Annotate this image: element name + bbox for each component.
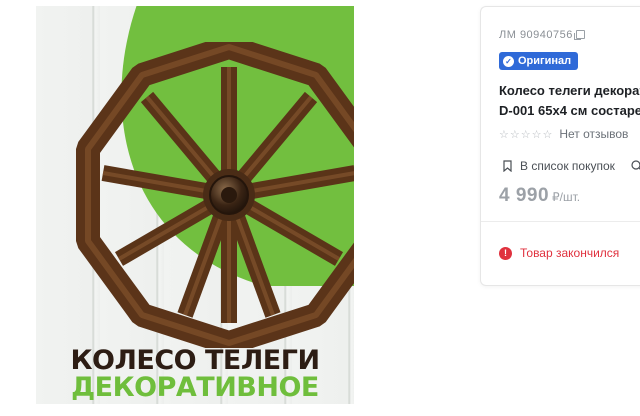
sku-text: ЛМ 90940756 <box>499 29 573 41</box>
add-to-shopping-list-button[interactable]: В список покупок <box>520 159 615 173</box>
compare-icon[interactable] <box>631 160 640 172</box>
product-title: Колесо телеги декорат D-001 65х4 см сост… <box>499 81 640 121</box>
check-icon: ✓ <box>503 55 514 67</box>
actions-row: В список покупок <box>503 159 640 173</box>
caption-line-2: ДЕКОРАТИВНОЕ <box>71 372 319 403</box>
product-title-line-1: Колесо телеги декорат <box>499 83 640 98</box>
rating-row[interactable]: ☆☆☆☆☆ Нет отзывов <box>499 127 628 141</box>
sku-row[interactable]: ЛМ 90940756 <box>499 29 585 41</box>
reviews-link[interactable]: Нет отзывов <box>559 127 628 141</box>
price-unit: ₽/шт. <box>552 190 581 204</box>
original-badge: ✓ Оригинал <box>499 52 579 70</box>
bookmark-icon[interactable] <box>503 160 512 172</box>
divider <box>481 221 640 222</box>
cart-wheel-graphic <box>76 42 354 348</box>
product-title-line-2: D-001 65х4 см состаре <box>499 103 640 118</box>
badge-label: Оригинал <box>518 55 572 67</box>
price-value: 4 990 <box>499 185 550 206</box>
stock-status: ! Товар закончился <box>499 246 619 260</box>
product-page: КОЛЕСО ТЕЛЕГИ ДЕКОРАТИВНОЕ ЛМ 90940756 ✓… <box>0 0 640 416</box>
product-image[interactable]: КОЛЕСО ТЕЛЕГИ ДЕКОРАТИВНОЕ <box>36 6 354 404</box>
star-icon: ☆☆☆☆☆ <box>499 128 554 141</box>
alert-icon: ! <box>499 246 512 260</box>
price: 4 990 ₽/шт. <box>499 185 580 207</box>
stock-status-text: Товар закончился <box>520 246 620 260</box>
copy-icon[interactable] <box>573 30 585 40</box>
product-info-card: ЛМ 90940756 ✓ Оригинал Колесо телеги дек… <box>480 6 640 286</box>
